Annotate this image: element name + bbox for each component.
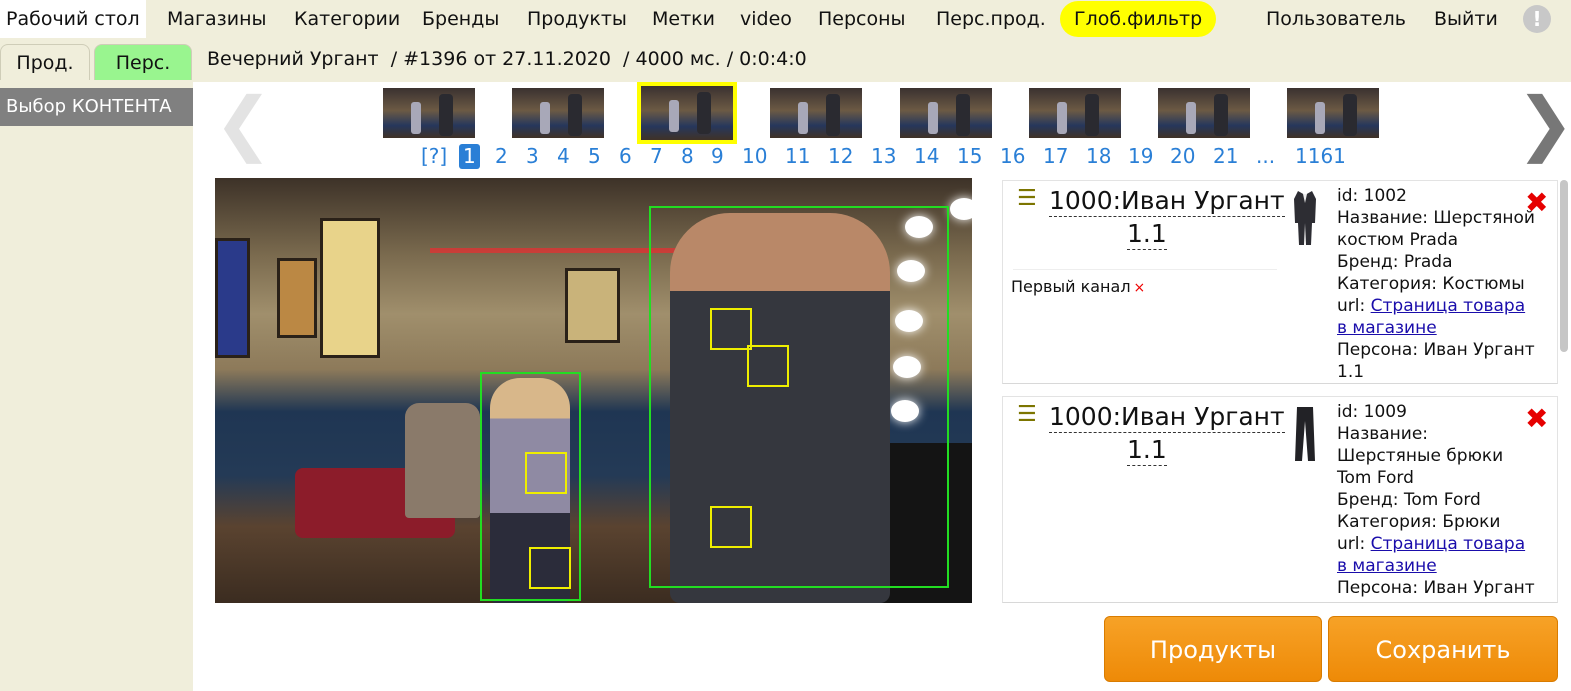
frame-thumbnail[interactable] — [512, 88, 604, 138]
page-link[interactable]: 17 — [1043, 143, 1068, 169]
save-button[interactable]: Сохранить — [1328, 616, 1558, 682]
page-link-last[interactable]: 1161 — [1295, 143, 1346, 169]
frame-thumbnail[interactable] — [900, 88, 992, 138]
divider — [1013, 269, 1277, 270]
page-link[interactable]: 12 — [828, 143, 853, 169]
frame-thumbnail-selected[interactable] — [637, 82, 737, 144]
page-link[interactable]: 13 — [871, 143, 896, 169]
page-current[interactable]: 1 — [459, 144, 480, 169]
person-bounding-box[interactable] — [649, 206, 949, 588]
page-link[interactable]: 3 — [526, 143, 539, 169]
channel-name: Первый канал — [1011, 277, 1131, 296]
product-url-label: url: — [1337, 534, 1371, 554]
frame-thumbnail[interactable] — [1287, 88, 1379, 138]
product-id: id: 1002 — [1337, 186, 1407, 206]
channel-tag: Первый канал × — [1011, 276, 1145, 299]
page-link[interactable]: 16 — [1000, 143, 1025, 169]
nav-products[interactable]: Продукты — [521, 0, 633, 38]
page-link[interactable]: 14 — [914, 143, 939, 169]
page-link[interactable]: 6 — [619, 143, 632, 169]
product-bounding-box[interactable] — [710, 308, 752, 350]
nav-tags[interactable]: Метки — [646, 0, 721, 38]
nav-stores[interactable]: Магазины — [161, 0, 273, 38]
page-link[interactable]: 7 — [650, 143, 663, 169]
nav-persona-products[interactable]: Перс.прод. — [930, 0, 1052, 38]
persona-product-card: ☰ 1000:Иван Ургант 1.1 Первый канал × id:… — [1002, 180, 1558, 384]
nav-user[interactable]: Пользователь — [1260, 0, 1412, 38]
product-id: id: 1009 — [1337, 402, 1407, 422]
persona-version[interactable]: 1.1 — [1127, 435, 1167, 466]
nav-logout[interactable]: Выйти — [1428, 0, 1504, 38]
frame-thumbnail[interactable] — [770, 88, 862, 138]
drag-menu-icon[interactable]: ☰ — [1017, 404, 1037, 426]
page-link[interactable]: 18 — [1086, 143, 1111, 169]
product-info: id: 1002 Название: Шерстяной костюм Prad… — [1337, 185, 1537, 383]
tab-personas[interactable]: Перс. — [94, 44, 192, 80]
page-link[interactable]: 20 — [1170, 143, 1195, 169]
nav-global-filter[interactable]: Глоб.фильтр — [1060, 1, 1217, 37]
persona-product-card: ☰ 1000:Иван Ургант 1.1 id: 1009 Название… — [1002, 396, 1558, 603]
delete-icon[interactable]: ✖ — [1525, 189, 1548, 217]
channel-remove-icon[interactable]: × — [1134, 280, 1146, 296]
product-persona: Персона: Иван Ургант 1.1 — [1337, 340, 1535, 382]
frame-pager: [?] 1 2 3 4 5 6 7 8 9 10 11 12 13 14 15 … — [0, 143, 1571, 169]
scene-chair — [405, 403, 480, 518]
persona-title[interactable]: 1000:Иван Ургант — [1049, 186, 1285, 217]
trousers-icon — [1295, 407, 1315, 461]
product-url: url: Страница товара в магазине — [1337, 295, 1537, 339]
product-brand: Бренд: Tom Ford — [1337, 490, 1481, 510]
page-link[interactable]: 9 — [711, 143, 724, 169]
alert-icon[interactable]: ! — [1523, 5, 1551, 33]
product-persona: Персона: Иван Ургант 1.1 — [1337, 578, 1535, 602]
page-link[interactable]: 10 — [742, 143, 767, 169]
list-scrollbar[interactable] — [1560, 180, 1568, 352]
product-url: url: Страница товара в магазине — [1337, 533, 1537, 577]
products-button[interactable]: Продукты — [1104, 616, 1322, 682]
scene-picture — [565, 268, 620, 343]
nav-categories[interactable]: Категории — [288, 0, 406, 38]
page-ellipsis: ... — [1256, 144, 1276, 168]
scene-poster — [277, 258, 317, 338]
persona-version[interactable]: 1.1 — [1127, 219, 1167, 250]
nav-personas[interactable]: Персоны — [812, 0, 912, 38]
page-link[interactable]: 4 — [557, 143, 570, 169]
frame-thumbnail[interactable] — [383, 88, 475, 138]
nav-desktop[interactable]: Рабочий стол — [0, 0, 146, 38]
page-link[interactable]: 8 — [681, 143, 694, 169]
product-bounding-box[interactable] — [747, 345, 789, 387]
delete-icon[interactable]: ✖ — [1525, 405, 1548, 433]
persona-title[interactable]: 1000:Иван Ургант — [1049, 402, 1285, 433]
tab-products[interactable]: Прод. — [0, 44, 90, 80]
page-unknown[interactable]: [?] — [421, 143, 447, 169]
nav-brands[interactable]: Бренды — [416, 0, 505, 38]
product-name: Название: Шерстяной костюм Prada — [1337, 208, 1535, 250]
drag-menu-icon[interactable]: ☰ — [1017, 188, 1037, 210]
product-brand: Бренд: Prada — [1337, 252, 1453, 272]
product-url-label: url: — [1337, 296, 1371, 316]
breadcrumb: Вечерний Ургант / #1396 от 27.11.2020 / … — [207, 48, 807, 70]
top-nav: Рабочий стол Магазины Категории Бренды П… — [0, 0, 1571, 38]
product-bounding-box[interactable] — [529, 547, 571, 589]
product-bounding-box[interactable] — [710, 506, 752, 548]
scene-poster — [320, 218, 380, 358]
product-name: Название: Шерстяные брюки Tom Ford — [1337, 424, 1504, 488]
nav-video[interactable]: video — [734, 0, 798, 38]
page-link[interactable]: 2 — [495, 143, 508, 169]
sidebar-item-content-select[interactable]: Выбор КОНТЕНТА — [0, 88, 193, 126]
product-category: Категория: Костюмы — [1337, 274, 1525, 294]
product-category: Категория: Брюки — [1337, 512, 1501, 532]
suit-icon — [1294, 191, 1316, 245]
page-link[interactable]: 5 — [588, 143, 601, 169]
page-link[interactable]: 21 — [1213, 143, 1238, 169]
video-frame[interactable] — [215, 178, 972, 603]
scene-lamp — [950, 198, 972, 220]
frame-thumbnail[interactable] — [1158, 88, 1250, 138]
product-bounding-box[interactable] — [525, 452, 567, 494]
product-info: id: 1009 Название: Шерстяные брюки Tom F… — [1337, 401, 1537, 602]
frame-thumbnail[interactable] — [1029, 88, 1121, 138]
page-link[interactable]: 15 — [957, 143, 982, 169]
scene-poster — [215, 238, 250, 358]
page-link[interactable]: 11 — [785, 143, 810, 169]
page-link[interactable]: 19 — [1128, 143, 1153, 169]
